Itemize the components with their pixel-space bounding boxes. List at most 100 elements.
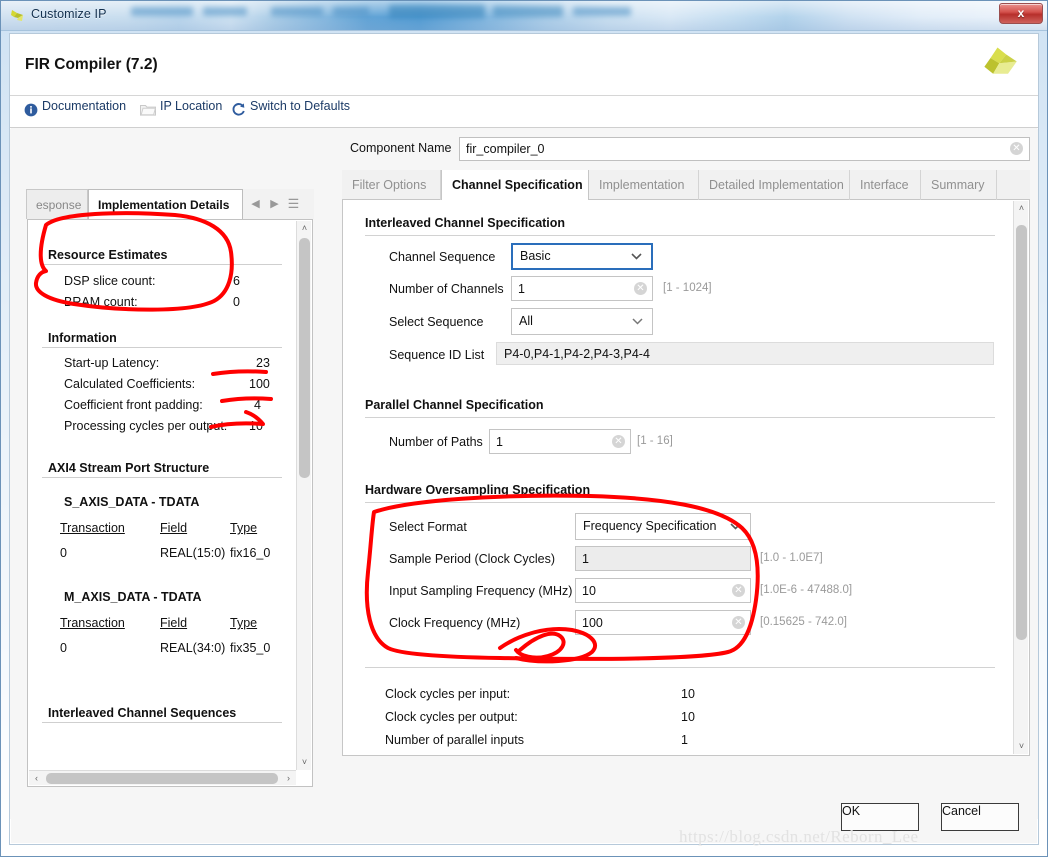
- xilinx-pinwheel-logo: [984, 47, 1017, 74]
- number-of-channels-input[interactable]: [511, 276, 653, 301]
- info-icon: [24, 103, 38, 117]
- toolbar-ip-location-label: IP Location: [160, 99, 223, 113]
- component-name-input[interactable]: [459, 137, 1030, 161]
- chevron-down-icon: [730, 514, 741, 539]
- select-sequence-label: Select Sequence: [389, 315, 484, 329]
- right-scroll-down-icon[interactable]: ˅: [1014, 739, 1029, 754]
- toolbar-switch-to-defaults-label: Switch to Defaults: [250, 99, 351, 113]
- processing-cycles-row: Processing cycles per output: 10: [36, 416, 288, 437]
- s-axis-col-type: Type: [230, 521, 258, 535]
- sample-period-input[interactable]: [575, 546, 751, 571]
- tab-interface[interactable]: Interface: [850, 170, 921, 200]
- number-of-channels-clear-icon[interactable]: ✕: [634, 282, 647, 295]
- s-axis-cell-transaction: 0: [60, 546, 67, 560]
- s-axis-table-header: Transaction Field Type: [36, 517, 288, 539]
- tab-interface-label: Interface: [860, 178, 909, 192]
- window-titlebar: Customize IP x: [1, 1, 1047, 31]
- left-scroll-right-icon[interactable]: ›: [281, 771, 296, 786]
- xilinx-logo-icon: [11, 10, 23, 21]
- left-hscroll-thumb[interactable]: [46, 773, 278, 784]
- page-title: FIR Compiler (7.2): [25, 56, 158, 73]
- close-button[interactable]: x: [999, 3, 1043, 24]
- clock-frequency-clear-icon[interactable]: ✕: [732, 616, 745, 629]
- left-panel-vertical-scrollbar[interactable]: ˄ ˅: [296, 221, 311, 770]
- clock-frequency-range: [0.15625 - 742.0]: [760, 616, 847, 628]
- coefficient-front-padding-label: Coefficient front padding:: [64, 398, 203, 412]
- left-scroll-thumb[interactable]: [299, 238, 310, 478]
- cancel-button[interactable]: Cancel: [941, 803, 1019, 831]
- m-axis-col-type: Type: [230, 616, 258, 630]
- m-axis-col-field: Field: [160, 616, 188, 630]
- hardware-oversampling-header: Hardware Oversampling Specification: [365, 483, 591, 497]
- right-scroll-thumb[interactable]: [1016, 225, 1027, 640]
- customize-ip-dialog: FIR Compiler (7.2) Documentation IP Loca…: [9, 33, 1039, 845]
- number-of-parallel-inputs-value: 1: [681, 733, 688, 747]
- watermark: https://blog.csdn.net/Reborn_Lee: [679, 827, 919, 846]
- m-axis-cell-transaction: 0: [60, 641, 67, 655]
- tab-summary[interactable]: Summary: [921, 170, 997, 200]
- right-panel-tabbar: Filter Options Channel Specification Imp…: [342, 170, 1030, 200]
- toolbar-switch-to-defaults[interactable]: Switch to Defaults: [231, 99, 351, 117]
- left-scroll-up-icon[interactable]: ˄: [297, 221, 312, 236]
- left-scroll-down-icon[interactable]: ˅: [297, 755, 312, 770]
- input-sampling-clear-icon[interactable]: ✕: [732, 584, 745, 597]
- number-of-channels-range: [1 - 1024]: [663, 282, 712, 294]
- right-scroll-up-icon[interactable]: ˄: [1014, 201, 1029, 216]
- left-tab-implementation-details-label: Implementation Details: [98, 198, 230, 212]
- summary-rule: [365, 667, 995, 668]
- tab-summary-label: Summary: [931, 178, 985, 192]
- folder-icon: [140, 105, 156, 116]
- number-of-paths-range: [1 - 16]: [637, 435, 673, 447]
- startup-latency-value: 23: [256, 356, 270, 370]
- s-axis-data-group-name: S_AXIS_DATA - TDATA: [64, 495, 200, 509]
- right-panel-vertical-scrollbar[interactable]: ˄ ˅: [1013, 201, 1028, 754]
- number-of-paths-input[interactable]: [489, 429, 631, 454]
- channel-sequence-label: Channel Sequence: [389, 250, 496, 264]
- toolbar-ip-location[interactable]: IP Location: [140, 99, 223, 116]
- coefficient-front-padding-value: 4: [254, 398, 261, 412]
- parallel-rule: [365, 417, 995, 418]
- calculated-coefficients-value: 100: [249, 377, 270, 391]
- left-panel-menu-icon[interactable]: ☰: [286, 195, 301, 213]
- component-name-clear-icon[interactable]: ✕: [1010, 142, 1023, 155]
- titlebar-blurred-background: [121, 3, 681, 29]
- app-root: Customize IP x FIR Compiler (7.2) Docume…: [0, 0, 1048, 857]
- left-scroll-left-icon[interactable]: ‹: [29, 771, 44, 786]
- tab-filter-options[interactable]: Filter Options: [342, 170, 441, 200]
- calculated-coefficients-row: Calculated Coefficients: 100: [36, 374, 288, 395]
- tab-channel-specification[interactable]: Channel Specification: [441, 170, 589, 200]
- channel-sequence-select[interactable]: Basic: [511, 243, 653, 270]
- left-panel-next-icon[interactable]: ▶: [267, 195, 282, 213]
- tab-implementation[interactable]: Implementation: [589, 170, 699, 200]
- input-sampling-frequency-input[interactable]: [575, 578, 751, 603]
- select-sequence-select[interactable]: All: [511, 308, 653, 335]
- left-panel-horizontal-scrollbar[interactable]: ‹ ›: [29, 770, 296, 785]
- left-tab-response[interactable]: esponse: [26, 189, 88, 219]
- dsp-slice-count-row: DSP slice count: 6: [36, 271, 288, 292]
- m-axis-col-transaction: Transaction: [60, 616, 125, 630]
- select-format-label: Select Format: [389, 520, 467, 534]
- s-axis-table-row: 0 REAL(15:0) fix16_0: [36, 542, 288, 564]
- m-axis-cell-type: fix35_0: [230, 641, 271, 655]
- number-of-paths-clear-icon[interactable]: ✕: [612, 435, 625, 448]
- sample-period-range: [1.0 - 1.0E7]: [760, 552, 823, 564]
- toolbar-documentation[interactable]: Documentation: [24, 99, 127, 117]
- m-axis-data-group-name: M_AXIS_DATA - TDATA: [64, 590, 202, 604]
- clock-frequency-input[interactable]: [575, 610, 751, 635]
- right-panel: Component Name ✕ Filter Options Channel …: [342, 137, 1030, 804]
- information-header: Information: [42, 331, 282, 348]
- select-format-value: Frequency Specification: [583, 519, 717, 533]
- chevron-down-icon: [631, 245, 642, 268]
- refresh-icon: [232, 103, 245, 116]
- number-of-parallel-inputs-label: Number of parallel inputs: [385, 733, 524, 747]
- processing-cycles-label: Processing cycles per output:: [64, 419, 228, 433]
- sequence-id-list-label: Sequence ID List: [389, 348, 485, 362]
- parallel-channel-specification-header: Parallel Channel Specification: [365, 398, 544, 412]
- left-panel-content: Resource Estimates DSP slice count: 6 BR…: [28, 220, 296, 786]
- select-format-select[interactable]: Frequency Specification: [575, 513, 751, 540]
- toolbar-documentation-label: Documentation: [42, 99, 127, 113]
- channel-sequence-value: Basic: [520, 249, 551, 263]
- left-tab-implementation-details[interactable]: Implementation Details: [88, 189, 243, 219]
- tab-detailed-implementation[interactable]: Detailed Implementation: [699, 170, 850, 200]
- left-panel-prev-icon[interactable]: ◀: [248, 195, 263, 213]
